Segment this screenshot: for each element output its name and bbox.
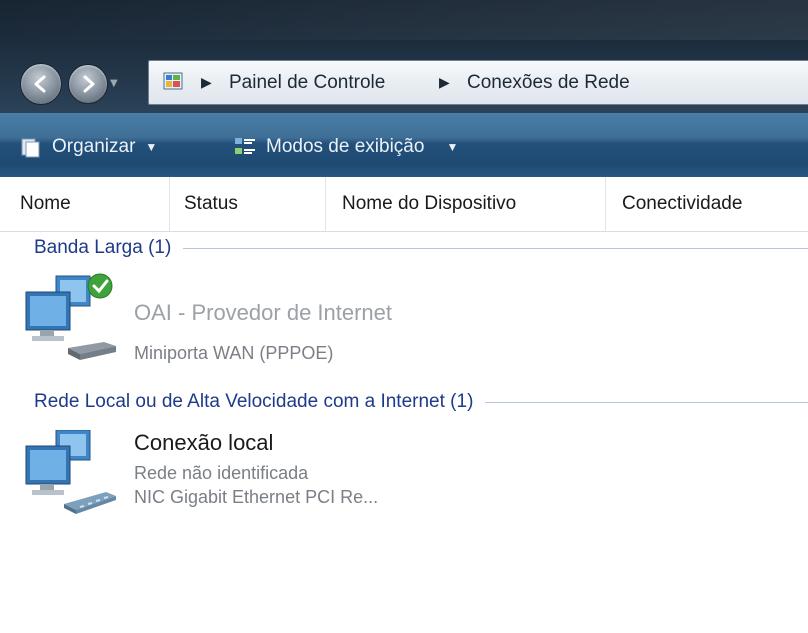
device-name: Miniporta WAN (PPPOE) (134, 343, 334, 363)
views-label: Modos de exibição (266, 136, 425, 157)
control-panel-icon (163, 72, 183, 90)
list-item-local-connection[interactable]: Conexão local Rede não identificada NIC … (0, 424, 808, 534)
chevron-down-icon: ▼ (446, 140, 459, 154)
column-header-name[interactable]: Nome (0, 177, 170, 231)
group-title: Rede Local ou de Alta Velocidade com a I… (34, 391, 474, 412)
breadcrumb-separator[interactable]: ▶ (201, 71, 212, 95)
back-button[interactable] (20, 63, 62, 105)
chevron-down-icon: ▼ (145, 140, 158, 154)
breadcrumb-control-panel[interactable]: Painel de Controle (229, 71, 385, 95)
views-icon (235, 138, 255, 154)
organize-label: Organizar (52, 136, 136, 157)
breadcrumb-separator[interactable]: ▶ (439, 71, 450, 95)
column-header-status[interactable]: Status (170, 177, 326, 231)
organize-button[interactable]: Organizar ▼ (18, 134, 157, 160)
group-divider (183, 247, 808, 249)
group-title: Banda Larga (1) (34, 237, 172, 258)
arrow-right-icon (83, 75, 95, 93)
breadcrumb-network-connections[interactable]: Conexões de Rede (467, 71, 630, 95)
column-header-connectivity[interactable]: Conectividade (606, 177, 808, 231)
group-divider (485, 401, 808, 403)
address-bar[interactable]: ▶ Painel de Controle ▶ Conexões de Rede (148, 60, 808, 105)
device-name: NIC Gigabit Ethernet PCI Re... (134, 487, 379, 507)
organize-icon (21, 138, 40, 158)
column-headers: Nome Status Nome do Dispositivo Conectiv… (0, 177, 808, 232)
network-connection-icon (25, 430, 116, 514)
connection-name: Conexão local (134, 430, 274, 455)
connection-status: Rede não identificada (134, 463, 309, 483)
recent-pages-dropdown[interactable]: ▼ (110, 78, 122, 90)
connection-name: OAI - Provedor de Internet (134, 300, 393, 325)
network-connection-icon (25, 273, 116, 360)
group-header-broadband[interactable]: Banda Larga (1) (0, 234, 808, 262)
group-header-lan[interactable]: Rede Local ou de Alta Velocidade com a I… (0, 388, 808, 416)
views-button[interactable]: Modos de exibição ▼ (232, 134, 458, 160)
forward-button[interactable] (68, 64, 108, 104)
arrow-left-icon (34, 75, 46, 93)
column-header-device-name[interactable]: Nome do Dispositivo (326, 177, 606, 231)
list-item-broadband-connection[interactable]: OAI - Provedor de Internet Miniporta WAN… (0, 270, 808, 374)
